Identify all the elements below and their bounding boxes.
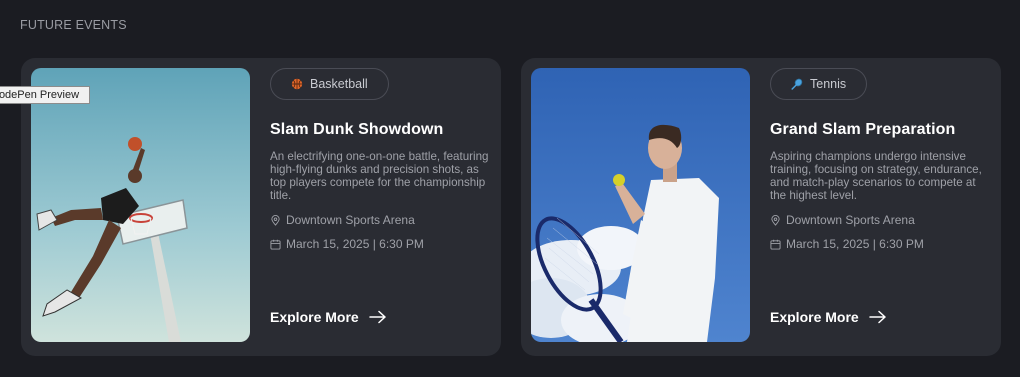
event-date-text: March 15, 2025 | 6:30 PM [286, 237, 424, 251]
event-date-text: March 15, 2025 | 6:30 PM [786, 237, 924, 251]
event-date: March 15, 2025 | 6:30 PM [270, 237, 492, 251]
event-card-tennis[interactable]: Tennis Grand Slam Preparation Aspiring c… [521, 58, 1001, 356]
arrow-right-icon [868, 310, 886, 324]
section-title: FUTURE EVENTS [20, 18, 127, 32]
event-tag[interactable]: Tennis [770, 68, 868, 100]
event-location-text: Downtown Sports Arena [286, 213, 415, 227]
event-tag[interactable]: Basketball [270, 68, 389, 100]
codepen-preview-tooltip: CodePen Preview [0, 86, 90, 104]
event-title: Grand Slam Preparation [770, 121, 956, 138]
explore-more-label: Explore More [270, 309, 359, 325]
arrow-right-icon [368, 310, 386, 324]
event-title: Slam Dunk Showdown [270, 121, 444, 138]
basketball-player-dunk-photo [31, 68, 250, 342]
event-card-basketball[interactable]: Basketball Slam Dunk Showdown An electri… [21, 58, 501, 356]
explore-more-label: Explore More [770, 309, 859, 325]
calendar-icon [770, 239, 781, 250]
event-image-tennis [531, 68, 750, 342]
explore-more-link[interactable]: Explore More [270, 309, 387, 325]
event-date: March 15, 2025 | 6:30 PM [770, 237, 992, 251]
event-content: Tennis Grand Slam Preparation Aspiring c… [770, 68, 992, 251]
event-location: Downtown Sports Arena [770, 213, 992, 227]
event-description: Aspiring champions undergo intensive tra… [770, 150, 982, 202]
location-pin-icon [271, 214, 280, 226]
tennis-racket-icon [791, 78, 803, 90]
calendar-icon [270, 239, 281, 250]
location-pin-icon [771, 214, 780, 226]
event-tag-label: Basketball [310, 77, 368, 91]
event-image-basketball [31, 68, 250, 342]
tennis-player-photo [531, 68, 750, 342]
tooltip-text: CodePen Preview [0, 89, 80, 101]
page: FUTURE EVENTS Basketball Slam Dunk Showd… [0, 0, 1020, 377]
event-tag-label: Tennis [810, 77, 847, 91]
explore-more-link[interactable]: Explore More [770, 309, 887, 325]
event-description: An electrifying one-on-one battle, featu… [270, 150, 489, 202]
basketball-icon [291, 78, 303, 90]
event-location: Downtown Sports Arena [270, 213, 492, 227]
event-content: Basketball Slam Dunk Showdown An electri… [270, 68, 492, 251]
event-location-text: Downtown Sports Arena [786, 213, 915, 227]
